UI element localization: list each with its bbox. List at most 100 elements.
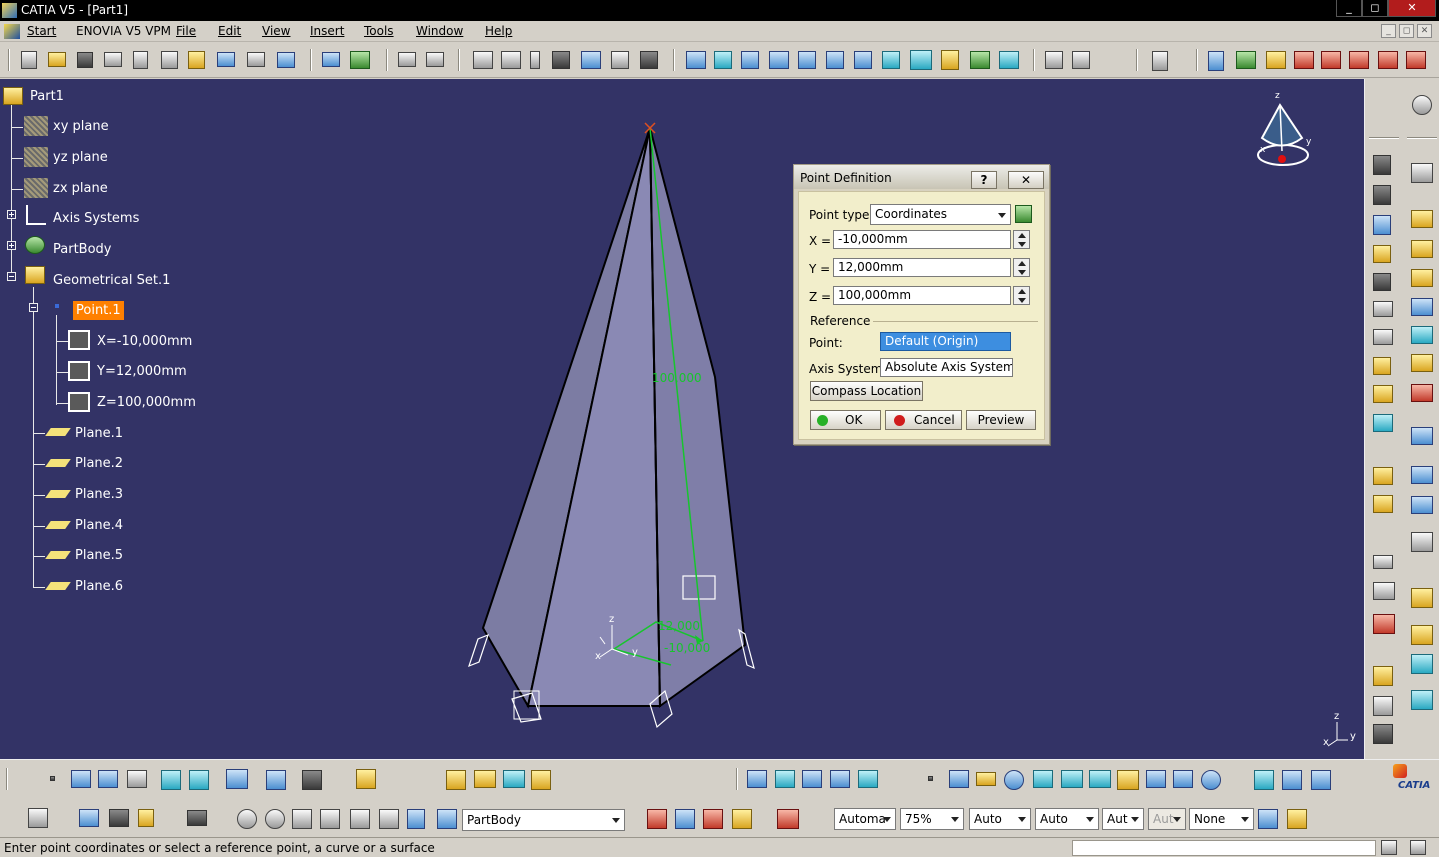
curve-icon[interactable] [747,770,767,788]
axis-system-field[interactable]: Absolute Axis System [880,358,1013,377]
constraint-icon[interactable] [302,770,322,790]
part-design-icon[interactable] [446,770,466,790]
tree-plane-6[interactable]: Plane.6 [75,579,123,594]
insert-tool-icon[interactable] [28,808,48,828]
plane-3d-icon[interactable] [976,772,996,786]
tree-point-1[interactable]: Point.1 [73,301,124,320]
spiral-icon[interactable] [1146,770,1166,788]
y-spinner[interactable] [1013,258,1030,277]
print-icon[interactable] [104,52,122,67]
help-query-icon[interactable] [1311,770,1331,790]
tree-geometrical-set[interactable]: Geometrical Set.1 [53,273,170,288]
catia-app-icon[interactable] [2,3,17,18]
analysis-icon[interactable] [1294,51,1314,69]
curvature-icon[interactable] [1321,51,1341,69]
menu-view[interactable]: View [262,24,290,38]
measure-inertia-icon[interactable] [1373,696,1393,716]
multi-view-icon[interactable] [882,51,900,69]
transparency-combo[interactable]: 75% [900,808,964,830]
copy-icon[interactable] [161,51,178,69]
menu-edit[interactable]: Edit [218,24,241,38]
new-icon[interactable] [21,51,37,69]
tree-plane-5[interactable]: Plane.5 [75,548,123,563]
tree-plane-1[interactable]: Plane.1 [75,426,123,441]
snap-icon[interactable] [1411,532,1433,552]
tree-coord-y[interactable]: Y=12,000mm [97,364,187,379]
stack-icon[interactable] [732,809,752,829]
mdi-restore-button[interactable]: ◻ [1399,24,1414,38]
painter-icon[interactable] [1258,809,1278,829]
snap-point-icon[interactable] [350,809,370,829]
pad-icon[interactable] [1411,210,1433,228]
circle-3d-icon[interactable] [1004,770,1024,790]
catalog-icon[interactable] [1072,51,1090,69]
menu-insert[interactable]: Insert [310,24,344,38]
update-icon[interactable] [322,52,340,67]
dimension-icon[interactable] [79,809,99,827]
pocket-icon[interactable] [1411,240,1433,258]
properties-icon[interactable] [1287,809,1307,829]
split-icon[interactable] [1373,614,1395,634]
sweep-icon[interactable] [1373,385,1393,403]
relations-icon[interactable] [581,51,601,69]
parallel-curve-icon[interactable] [1089,770,1111,788]
sketch-icon[interactable] [1411,163,1433,183]
compass-handle[interactable] [1278,155,1286,163]
chamfer-icon[interactable] [1411,654,1433,674]
positioned-sketch-icon[interactable] [189,770,209,790]
plane-tool-icon[interactable] [1373,215,1391,235]
menu-file[interactable]: File [176,24,196,38]
collapse-geometrical-set[interactable] [7,272,16,281]
target-capture-icon[interactable] [703,809,723,829]
line-type-combo[interactable]: Auto [1035,808,1099,830]
open-icon[interactable] [48,52,66,67]
minimize-button[interactable]: _ [1336,0,1362,17]
body-icon[interactable] [437,809,457,829]
fillet-icon[interactable] [1373,666,1393,686]
layer-combo[interactable]: Aut [1148,808,1186,830]
distance-analysis-icon[interactable] [1406,51,1426,69]
x-coordinate-field[interactable]: -10,000mm [833,230,1011,249]
draft-analysis-icon[interactable] [1349,51,1369,69]
parameter-icon[interactable] [530,51,540,69]
rotate-icon[interactable] [769,51,789,69]
dialog-close-button[interactable]: ✕ [1008,171,1044,189]
connect-curve-icon[interactable] [830,770,850,788]
normal-view-icon[interactable] [854,51,872,69]
expand-axis-systems[interactable] [7,210,16,219]
circle-arc-icon[interactable] [775,770,795,788]
point-type-dropdown[interactable]: Coordinates [870,204,1011,225]
extrude-icon[interactable] [1373,301,1393,317]
camera-icon[interactable] [187,810,207,826]
tree-coord-x[interactable]: X=-10,000mm [97,334,192,349]
status-panel-icon[interactable] [1381,840,1397,855]
cut-icon[interactable] [133,51,148,69]
catalog-browser-icon[interactable] [1373,724,1393,744]
compass[interactable]: z x y [1252,91,1316,173]
revolve-icon[interactable] [1373,329,1393,345]
close-button[interactable]: ✕ [1388,0,1436,17]
y-coordinate-field[interactable]: 12,000mm [833,258,1011,277]
zoom-out-icon[interactable] [826,51,844,69]
render-style-icon[interactable] [941,50,959,70]
rib-icon[interactable] [1411,326,1433,344]
grid-values-icon[interactable] [320,809,340,829]
connect-checker-icon[interactable] [1378,51,1398,69]
tree-xy-plane[interactable]: xy plane [53,119,109,134]
boolean-icon[interactable] [1411,384,1433,402]
select-arrow-icon[interactable] [1208,51,1224,71]
tree-coord-z[interactable]: Z=100,000mm [97,395,196,410]
combine-icon[interactable] [1173,770,1193,788]
target-icon[interactable] [1411,354,1433,372]
pan-icon[interactable] [741,51,759,69]
thickness-icon[interactable] [1411,690,1433,710]
zoom-in-icon[interactable] [798,51,816,69]
grid-snap-icon[interactable] [266,770,286,790]
catalog-icon[interactable] [356,769,376,789]
offset-icon[interactable] [1411,625,1433,645]
surface-panel-icon[interactable] [1254,770,1274,790]
fill-color-combo[interactable]: Automa [834,808,896,830]
settings-gear-icon[interactable] [1412,95,1432,115]
eraser-icon[interactable] [127,770,147,788]
spline-icon[interactable] [71,770,91,788]
